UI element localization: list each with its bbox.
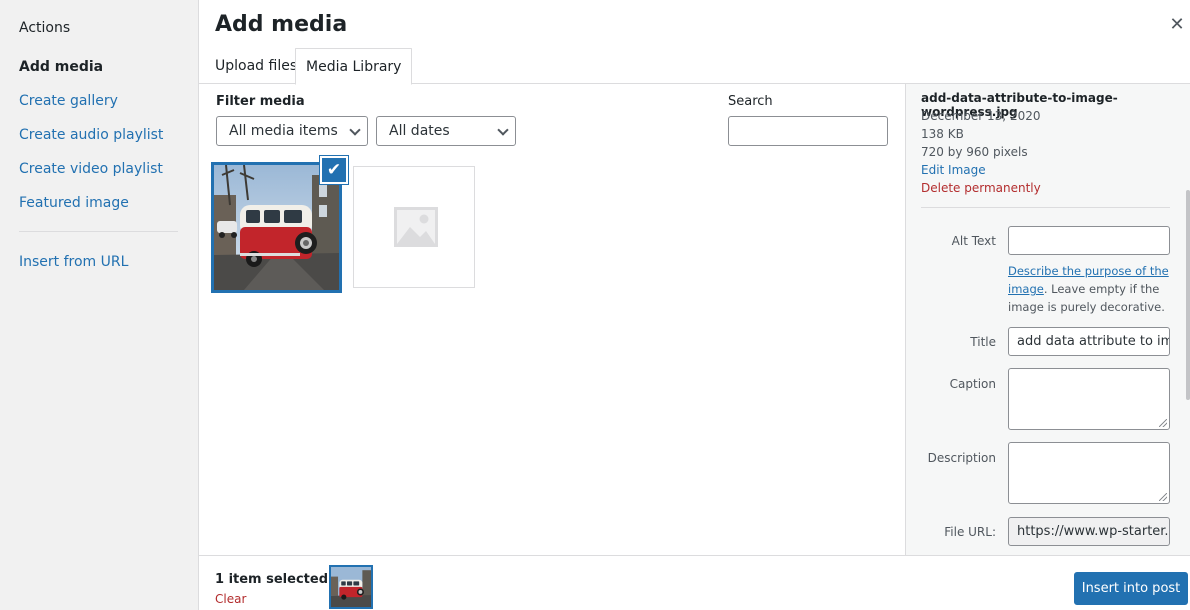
sidebar-separator xyxy=(19,231,178,232)
details-separator xyxy=(921,207,1170,208)
insert-into-post-button[interactable]: Insert into post xyxy=(1074,572,1188,605)
date-filter-select[interactable]: All dates xyxy=(376,116,516,146)
tab-media-library[interactable]: Media Library xyxy=(295,48,413,85)
media-modal-sidebar: Actions Add media Create gallery Create … xyxy=(0,0,199,610)
image-placeholder-icon xyxy=(354,167,474,287)
search-input[interactable] xyxy=(728,116,888,146)
sidebar-item-insert-from-url[interactable]: Insert from URL xyxy=(19,254,128,270)
alt-text-label: Alt Text xyxy=(951,234,996,248)
attachment-filesize: 138 KB xyxy=(921,127,964,141)
media-type-value: All media items xyxy=(229,123,338,139)
attachment-date: December 13, 2020 xyxy=(921,109,1041,123)
attachment-thumbnail-placeholder[interactable] xyxy=(353,166,475,288)
sidebar-item-add-media[interactable]: Add media xyxy=(19,59,103,75)
sidebar-item-create-video-playlist[interactable]: Create video playlist xyxy=(19,161,163,177)
filter-media-label: Filter media xyxy=(216,94,305,109)
selected-check-icon[interactable]: ✔ xyxy=(320,156,348,184)
chevron-down-icon xyxy=(497,124,509,136)
clear-selection-link[interactable]: Clear xyxy=(215,592,246,606)
selection-count: 1 item selected xyxy=(215,572,329,587)
file-url-input[interactable]: https://www.wp-starter.co xyxy=(1008,517,1170,546)
search-label: Search xyxy=(728,94,773,109)
close-icon[interactable]: ✕ xyxy=(1166,14,1188,36)
chevron-down-icon xyxy=(349,124,361,136)
file-url-label: File URL: xyxy=(944,525,996,539)
details-scrollbar[interactable] xyxy=(1186,190,1190,400)
title-label: Title xyxy=(970,335,996,349)
van-photo xyxy=(331,567,371,607)
title-input[interactable]: add data attribute to ima xyxy=(1008,327,1170,356)
caption-textarea[interactable] xyxy=(1008,368,1170,430)
attachment-dimensions: 720 by 960 pixels xyxy=(921,145,1028,159)
resize-grip-icon[interactable] xyxy=(1159,419,1167,427)
delete-permanently-link[interactable]: Delete permanently xyxy=(921,181,1041,195)
description-textarea[interactable] xyxy=(1008,442,1170,504)
media-type-select[interactable]: All media items xyxy=(216,116,368,146)
modal-title: Add media xyxy=(215,12,348,37)
sidebar-item-create-gallery[interactable]: Create gallery xyxy=(19,93,118,109)
caption-label: Caption xyxy=(949,377,996,391)
alt-text-input[interactable] xyxy=(1008,226,1170,255)
edit-image-link[interactable]: Edit Image xyxy=(921,163,986,177)
sidebar-item-featured-image[interactable]: Featured image xyxy=(19,195,129,211)
sidebar-item-create-audio-playlist[interactable]: Create audio playlist xyxy=(19,127,163,143)
resize-grip-icon[interactable] xyxy=(1159,493,1167,501)
actions-heading: Actions xyxy=(19,20,71,36)
description-label: Description xyxy=(927,451,996,465)
alt-text-help: Describe the purpose of the image. Leave… xyxy=(1008,262,1178,316)
tab-upload-files[interactable]: Upload files xyxy=(205,48,307,84)
selection-thumbnail[interactable] xyxy=(329,565,373,609)
date-filter-value: All dates xyxy=(389,123,450,139)
